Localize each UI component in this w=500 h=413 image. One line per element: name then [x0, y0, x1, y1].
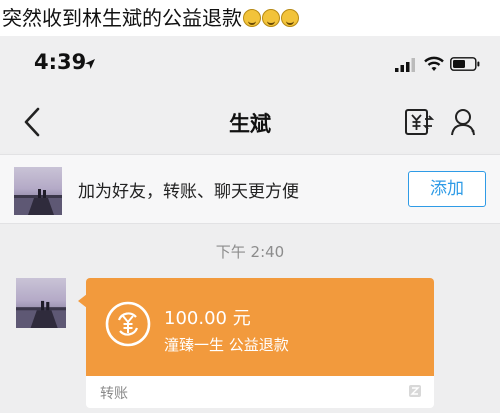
add-friend-prompt: 加为好友，转账、聊天更方便 [78, 182, 299, 202]
location-arrow-icon [85, 59, 95, 69]
chat-navbar: 生斌 [0, 92, 500, 152]
sender-avatar[interactable] [16, 278, 66, 328]
battery-icon [450, 57, 480, 71]
grimacing-emoji-icon [281, 9, 299, 27]
caption-text: 突然收到林生斌的公益退款 [2, 6, 242, 30]
grimacing-emoji-icon [262, 9, 280, 27]
transfer-remark: 潼臻一生 公益退款 [164, 336, 289, 354]
profile-icon[interactable] [450, 107, 478, 137]
transfer-money-icon[interactable] [404, 107, 434, 137]
chat-screen: 4:39 生斌 加为好友，转账、聊天更方便 添加 下午 2:40 100.00 … [0, 36, 500, 413]
message-timestamp: 下午 2:40 [215, 243, 285, 261]
wifi-icon [424, 56, 444, 71]
transfer-amount: 100.00 元 [164, 308, 251, 329]
transfer-card: 100.00 元 潼臻一生 公益退款 [86, 278, 434, 376]
avatar [14, 167, 62, 215]
add-friend-button[interactable]: 添加 [408, 171, 486, 207]
transfer-type-label: 转账 [100, 386, 128, 402]
grimacing-emoji-icon [243, 9, 261, 27]
transfer-message-bubble[interactable]: 100.00 元 潼臻一生 公益退款 转账 [86, 278, 434, 408]
post-caption: 突然收到林生斌的公益退款 [0, 0, 500, 36]
watermark-icon [409, 385, 421, 397]
transfer-footer: 转账 [86, 376, 434, 408]
cellular-signal-icon [395, 58, 415, 72]
status-time: 4:39 [34, 50, 87, 74]
yuan-coin-icon [105, 301, 151, 347]
add-friend-banner: 加为好友，转账、聊天更方便 添加 [0, 154, 500, 224]
status-bar: 4:39 [0, 36, 500, 92]
